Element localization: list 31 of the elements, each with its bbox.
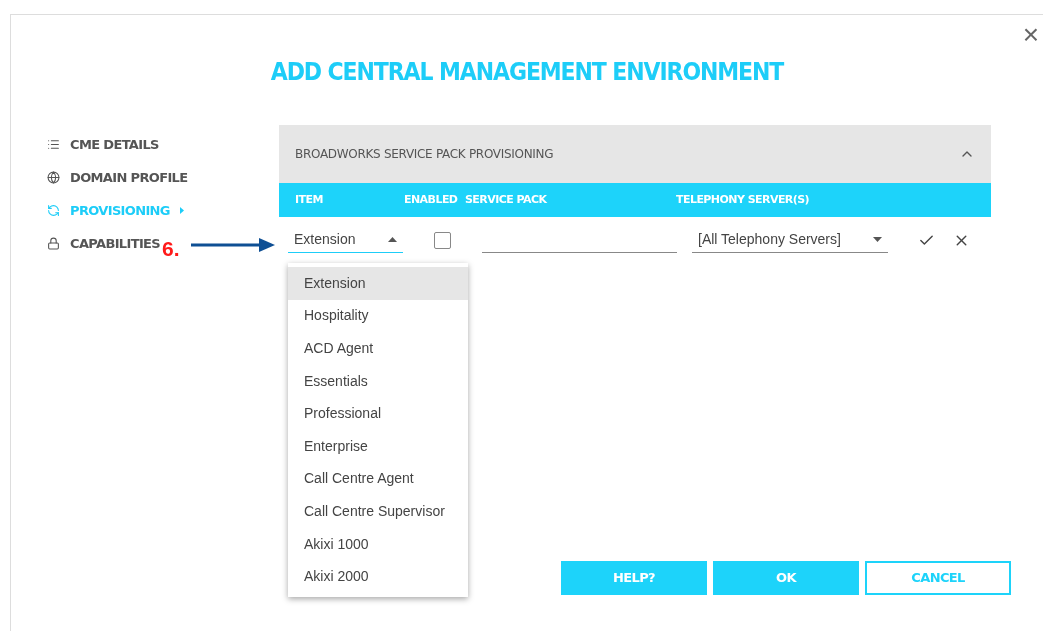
dropdown-option[interactable]: Extension [288,267,468,300]
dropdown-option[interactable]: Enterprise [288,429,468,463]
caret-down-icon [873,237,882,242]
enabled-checkbox[interactable] [434,231,451,249]
column-header: TELEPHONY SERVER(S) [676,191,810,208]
caret-icon [179,207,184,214]
sync-icon [47,204,60,217]
server-select[interactable]: [All Telephony Servers] [692,227,888,253]
caret-up-icon [388,237,397,242]
column-header: ITEM [294,191,324,208]
dropdown-option[interactable]: Hospitality [288,299,468,333]
dropdown-option[interactable]: Akixi 1000 [288,527,468,561]
close-button[interactable]: × [1022,21,1039,49]
item-select[interactable]: Extension [288,227,403,253]
dropdown-option[interactable]: Akixi 2000 [288,560,468,593]
dropdown-option[interactable]: Professional [288,397,468,430]
dropdown-option[interactable]: Essentials [288,364,468,398]
column-header: ENABLED [404,191,459,208]
dropdown-option[interactable]: ACD Agent [288,332,468,365]
dropdown-option[interactable]: Call Centre Agent [288,462,468,496]
dialog-title: ADD CENTRAL MANAGEMENT ENVIRONMENT [270,57,784,88]
sidebar-item[interactable]: CME DETAILS [47,133,279,156]
lock-icon [47,237,60,250]
column-header: SERVICE PACK [465,191,548,208]
annotation-label: 6. [162,235,180,262]
sidebar-item[interactable]: DOMAIN PROFILE [47,166,279,189]
dropdown-option[interactable]: Call Centre Supervisor [288,495,468,528]
globe-icon [47,171,60,184]
list-icon [47,138,60,151]
arrow-icon [191,238,275,252]
panel-header[interactable]: BROADWORKS SERVICE PACK PROVISIONING [279,125,991,183]
